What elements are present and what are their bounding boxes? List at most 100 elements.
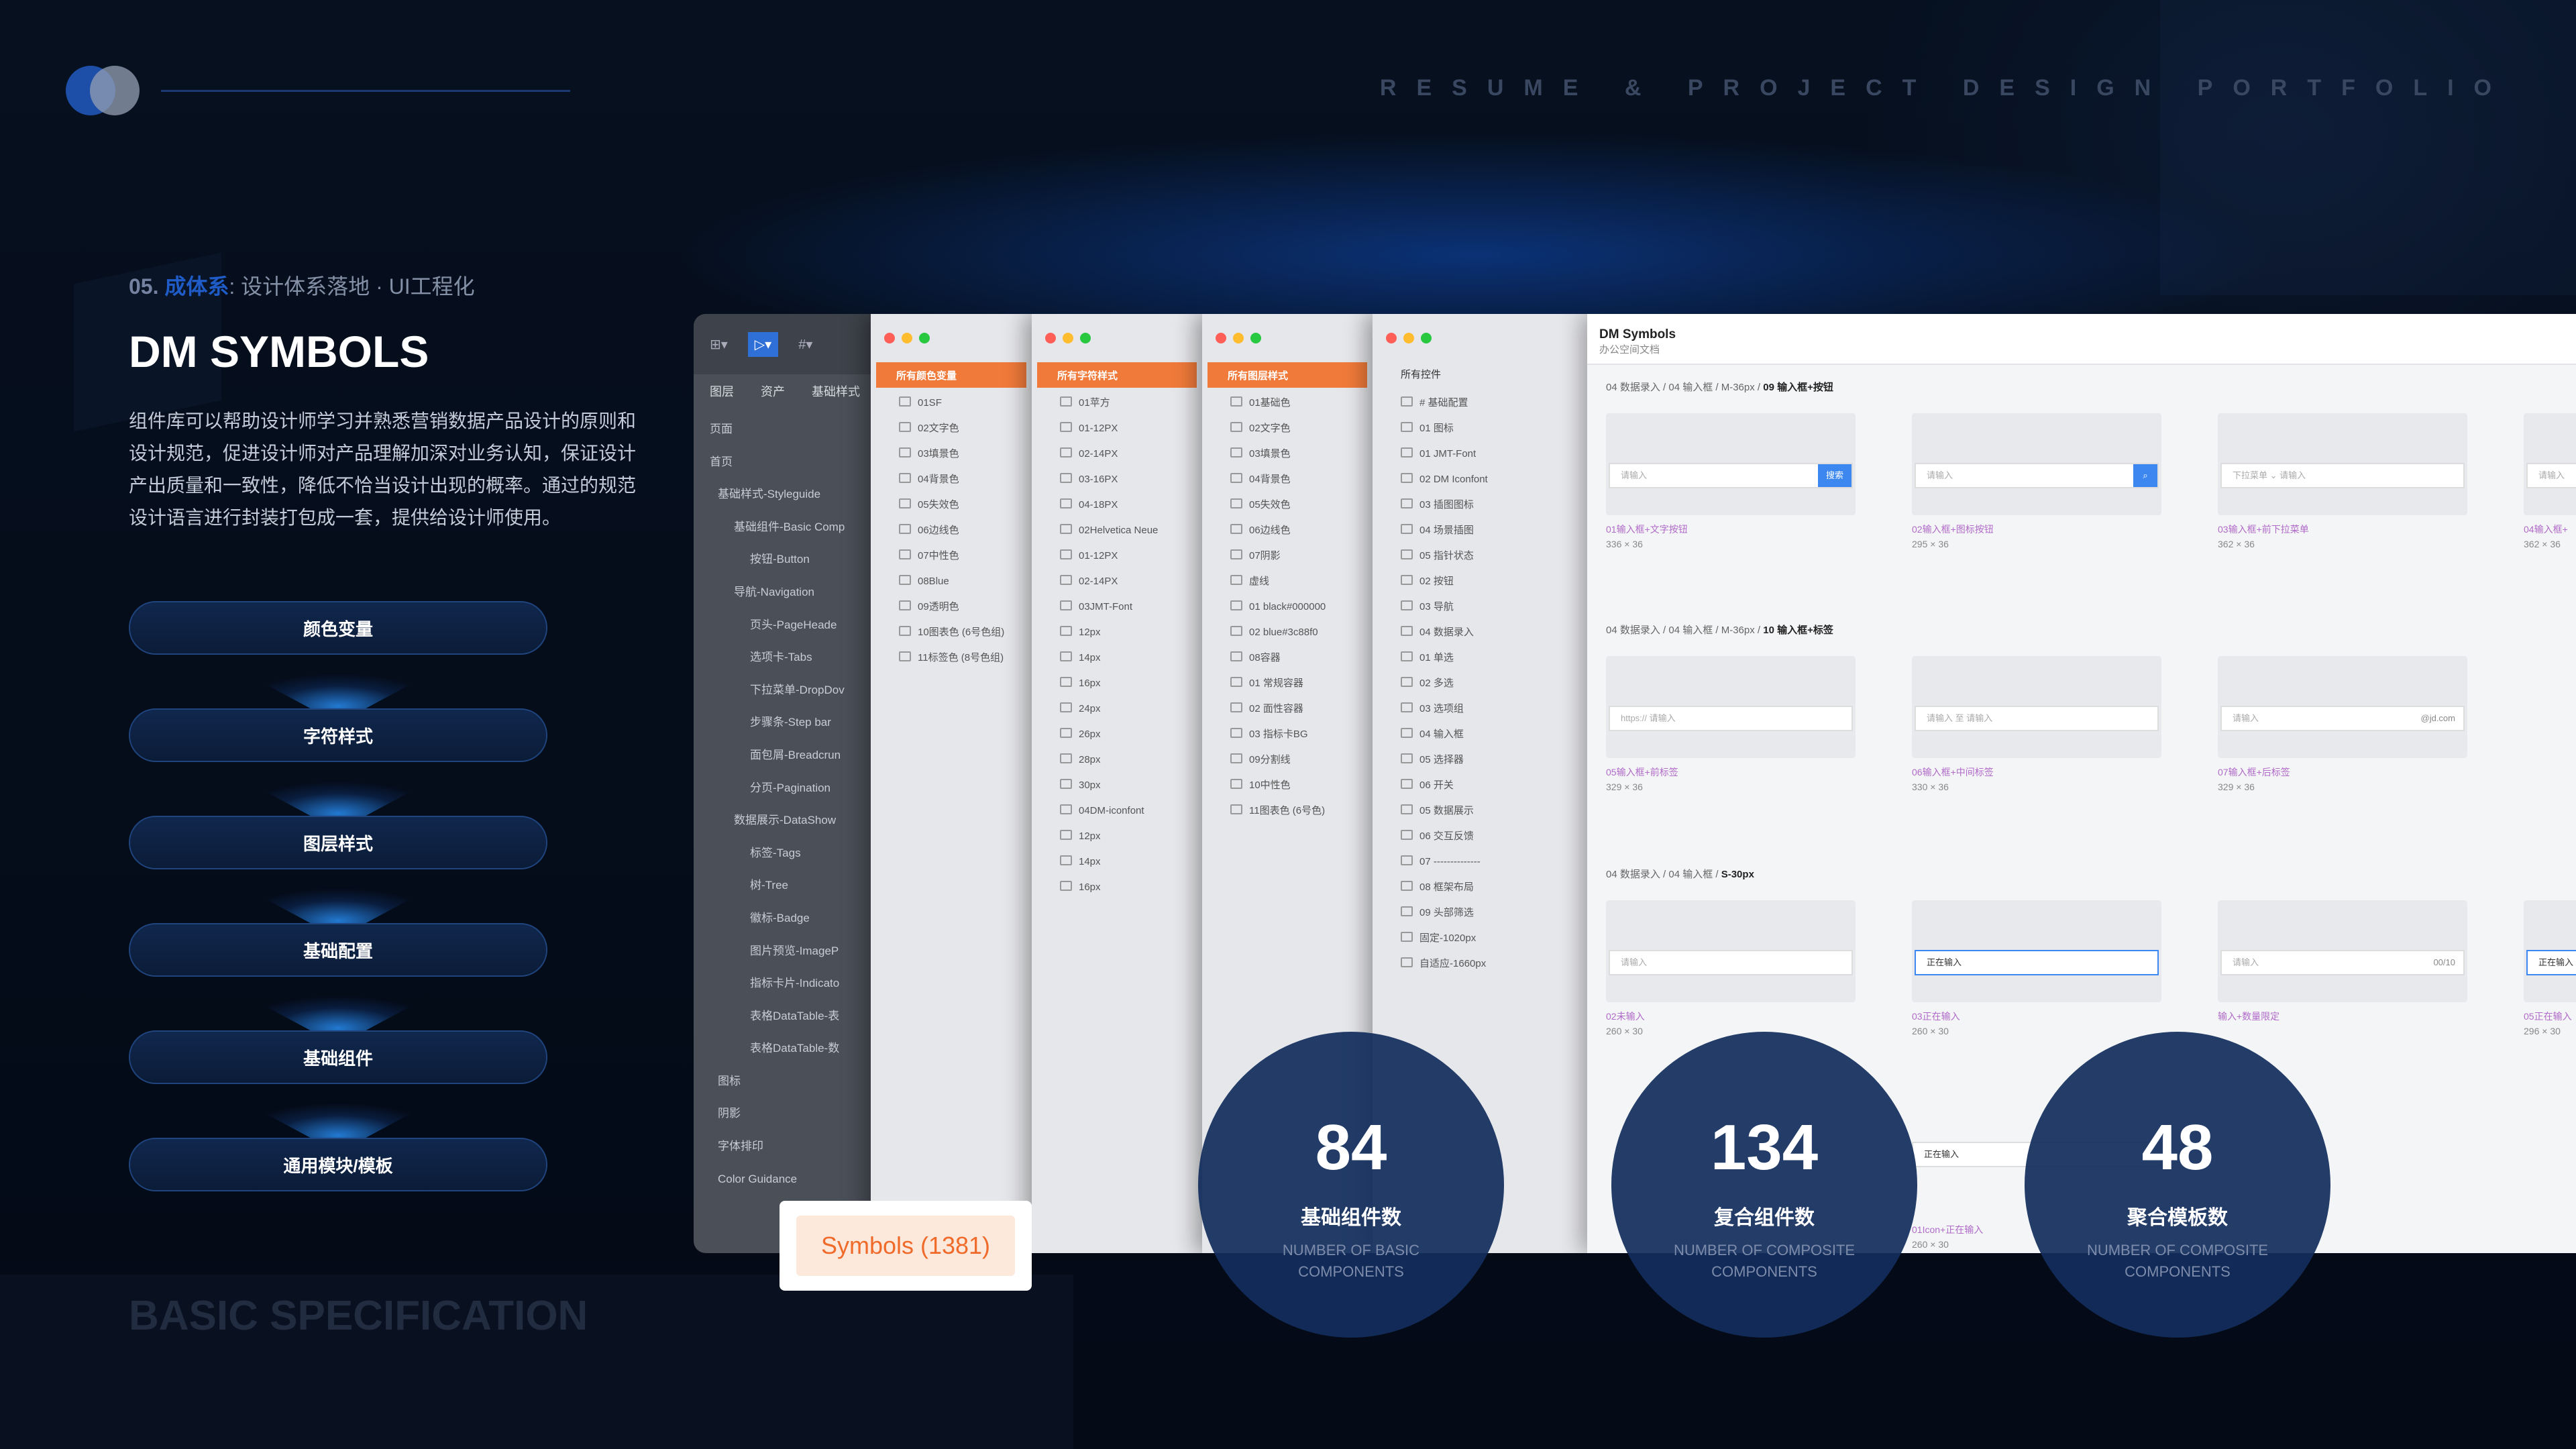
style-item[interactable]: 04 输入框 bbox=[1401, 722, 1587, 747]
style-item[interactable]: 06边线色 bbox=[899, 518, 1032, 543]
style-item[interactable]: 30px bbox=[1060, 773, 1202, 798]
style-item[interactable]: 02 多选 bbox=[1401, 671, 1587, 696]
style-item[interactable]: 11标签色 (8号色组) bbox=[899, 645, 1032, 671]
common-modules-button[interactable]: 通用模块/模板 bbox=[129, 1138, 547, 1191]
component-card[interactable]: https:// 请输入 bbox=[1606, 656, 1856, 758]
style-item[interactable]: 02 blue#3c88f0 bbox=[1230, 620, 1373, 645]
style-item[interactable]: 05 数据展示 bbox=[1401, 798, 1587, 824]
style-item[interactable]: 05 指针状态 bbox=[1401, 543, 1587, 569]
component-card[interactable]: 请输入 ⌕ bbox=[1912, 413, 2161, 515]
style-item[interactable]: 01 图标 bbox=[1401, 416, 1587, 441]
style-item[interactable]: 01基础色 bbox=[1230, 390, 1373, 416]
text-styles-button[interactable]: 字符样式 bbox=[129, 708, 547, 762]
style-item[interactable]: 01 black#000000 bbox=[1230, 594, 1373, 620]
input-field[interactable]: 请输入 至 请输入 bbox=[1915, 706, 2159, 731]
style-item[interactable]: 08容器 bbox=[1230, 645, 1373, 671]
style-item[interactable]: 01-12PX bbox=[1060, 416, 1202, 441]
style-item[interactable]: 08 框架布局 bbox=[1401, 875, 1587, 900]
style-item[interactable]: 10图表色 (6号色组) bbox=[899, 620, 1032, 645]
input-field[interactable]: 请输入 搜索 bbox=[1609, 463, 1853, 488]
style-item[interactable]: 28px bbox=[1060, 747, 1202, 773]
style-item[interactable]: 03 选项组 bbox=[1401, 696, 1587, 722]
style-item[interactable]: 07阴影 bbox=[1230, 543, 1373, 569]
input-field[interactable]: 请输入 bbox=[2526, 463, 2576, 488]
input-field[interactable]: 下拉菜单 ⌄ 请输入 bbox=[2220, 463, 2465, 488]
input-field[interactable]: 请输入 ⌕ bbox=[1915, 463, 2159, 488]
style-item[interactable]: 04DM-iconfont bbox=[1060, 798, 1202, 824]
style-item[interactable]: 01-12PX bbox=[1060, 543, 1202, 569]
input-field[interactable]: 正在输入 bbox=[2526, 950, 2576, 975]
style-item[interactable]: 12px bbox=[1060, 824, 1202, 849]
style-item[interactable]: 02 面性容器 bbox=[1230, 696, 1373, 722]
style-item[interactable]: 自适应-1660px bbox=[1401, 951, 1587, 977]
component-card[interactable]: 请输入 @jd.com bbox=[2218, 656, 2467, 758]
style-item[interactable]: 01SF bbox=[899, 390, 1032, 416]
style-item[interactable]: 16px bbox=[1060, 671, 1202, 696]
style-item[interactable]: 02-14PX bbox=[1060, 569, 1202, 594]
style-item[interactable]: 03JMT-Font bbox=[1060, 594, 1202, 620]
style-item[interactable]: 09 头部筛选 bbox=[1401, 900, 1587, 926]
component-card[interactable]: 请输入 至 请输入 bbox=[1912, 656, 2161, 758]
basic-components-button[interactable]: 基础组件 bbox=[129, 1030, 547, 1084]
style-item[interactable]: 08Blue bbox=[899, 569, 1032, 594]
style-item[interactable]: 01苹方 bbox=[1060, 390, 1202, 416]
style-item[interactable]: 05失效色 bbox=[1230, 492, 1373, 518]
style-item[interactable]: 01 常规容器 bbox=[1230, 671, 1373, 696]
style-item[interactable]: 03 指标卡BG bbox=[1230, 722, 1373, 747]
input-field[interactable]: 请输入 00/10 bbox=[2220, 950, 2465, 975]
style-item[interactable]: 01 单选 bbox=[1401, 645, 1587, 671]
style-item[interactable]: 07中性色 bbox=[899, 543, 1032, 569]
style-item[interactable]: 16px bbox=[1060, 875, 1202, 900]
pointer-icon[interactable]: ▷▾ bbox=[747, 331, 779, 357]
style-item[interactable]: 02Helvetica Neue bbox=[1060, 518, 1202, 543]
tab-layers[interactable]: 图层 bbox=[710, 382, 734, 400]
style-item[interactable]: 03填景色 bbox=[899, 441, 1032, 467]
style-item[interactable]: 09分割线 bbox=[1230, 747, 1373, 773]
style-item[interactable]: 02-14PX bbox=[1060, 441, 1202, 467]
component-card[interactable]: 请输入 00/10 bbox=[2218, 900, 2467, 1002]
layer-styles-button[interactable]: 图层样式 bbox=[129, 816, 547, 869]
style-item[interactable]: 06 开关 bbox=[1401, 773, 1587, 798]
input-field[interactable]: 请输入 @jd.com bbox=[2220, 706, 2465, 731]
style-item[interactable]: 03填景色 bbox=[1230, 441, 1373, 467]
component-card[interactable]: 请输入 bbox=[1606, 900, 1856, 1002]
style-item[interactable]: 03 导航 bbox=[1401, 594, 1587, 620]
insert-icon[interactable]: ⊞▾ bbox=[710, 336, 728, 353]
style-item[interactable]: 固定-1020px bbox=[1401, 926, 1587, 951]
style-item[interactable]: 02 DM Iconfont bbox=[1401, 467, 1587, 492]
style-item[interactable]: 05失效色 bbox=[899, 492, 1032, 518]
input-addon[interactable]: 00/10 bbox=[2425, 951, 2463, 974]
style-item[interactable]: 04背景色 bbox=[899, 467, 1032, 492]
input-field[interactable]: 请输入 bbox=[1609, 950, 1853, 975]
style-item[interactable]: 05 选择器 bbox=[1401, 747, 1587, 773]
component-card[interactable]: 正在输入 bbox=[2524, 900, 2576, 1002]
input-field[interactable]: 正在输入 bbox=[1915, 950, 2159, 975]
component-card[interactable]: 正在输入 bbox=[1912, 900, 2161, 1002]
style-item[interactable]: 06 交互反馈 bbox=[1401, 824, 1587, 849]
tab-assets[interactable]: 资产 bbox=[761, 382, 785, 400]
component-card[interactable]: 请输入 bbox=[2524, 413, 2576, 515]
style-item[interactable]: 14px bbox=[1060, 645, 1202, 671]
frame-icon[interactable]: #▾ bbox=[798, 336, 812, 353]
style-item[interactable]: 02文字色 bbox=[1230, 416, 1373, 441]
style-item[interactable]: 26px bbox=[1060, 722, 1202, 747]
style-item[interactable]: 07 -------------- bbox=[1401, 849, 1587, 875]
style-item[interactable]: 10中性色 bbox=[1230, 773, 1373, 798]
style-item[interactable]: # 基础配置 bbox=[1401, 390, 1587, 416]
input-addon[interactable]: 搜索 bbox=[1817, 464, 1851, 487]
style-item[interactable]: 03-16PX bbox=[1060, 467, 1202, 492]
component-card[interactable]: 请输入 搜索 bbox=[1606, 413, 1856, 515]
symbols-count-badge[interactable]: Symbols (1381) bbox=[780, 1201, 1032, 1291]
color-variables-button[interactable]: 颜色变量 bbox=[129, 601, 547, 655]
style-item[interactable]: 04 数据录入 bbox=[1401, 620, 1587, 645]
style-item[interactable]: 03 插图图标 bbox=[1401, 492, 1587, 518]
component-card[interactable]: 下拉菜单 ⌄ 请输入 bbox=[2218, 413, 2467, 515]
input-addon[interactable]: @jd.com bbox=[2413, 707, 2464, 730]
style-item[interactable]: 02 按钮 bbox=[1401, 569, 1587, 594]
style-item[interactable]: 11图表色 (6号色) bbox=[1230, 798, 1373, 824]
style-item[interactable]: 04背景色 bbox=[1230, 467, 1373, 492]
input-field[interactable]: https:// 请输入 bbox=[1609, 706, 1853, 731]
style-item[interactable]: 04 场景插图 bbox=[1401, 518, 1587, 543]
tab-styles[interactable]: 基础样式 bbox=[812, 382, 860, 400]
style-item[interactable]: 09透明色 bbox=[899, 594, 1032, 620]
